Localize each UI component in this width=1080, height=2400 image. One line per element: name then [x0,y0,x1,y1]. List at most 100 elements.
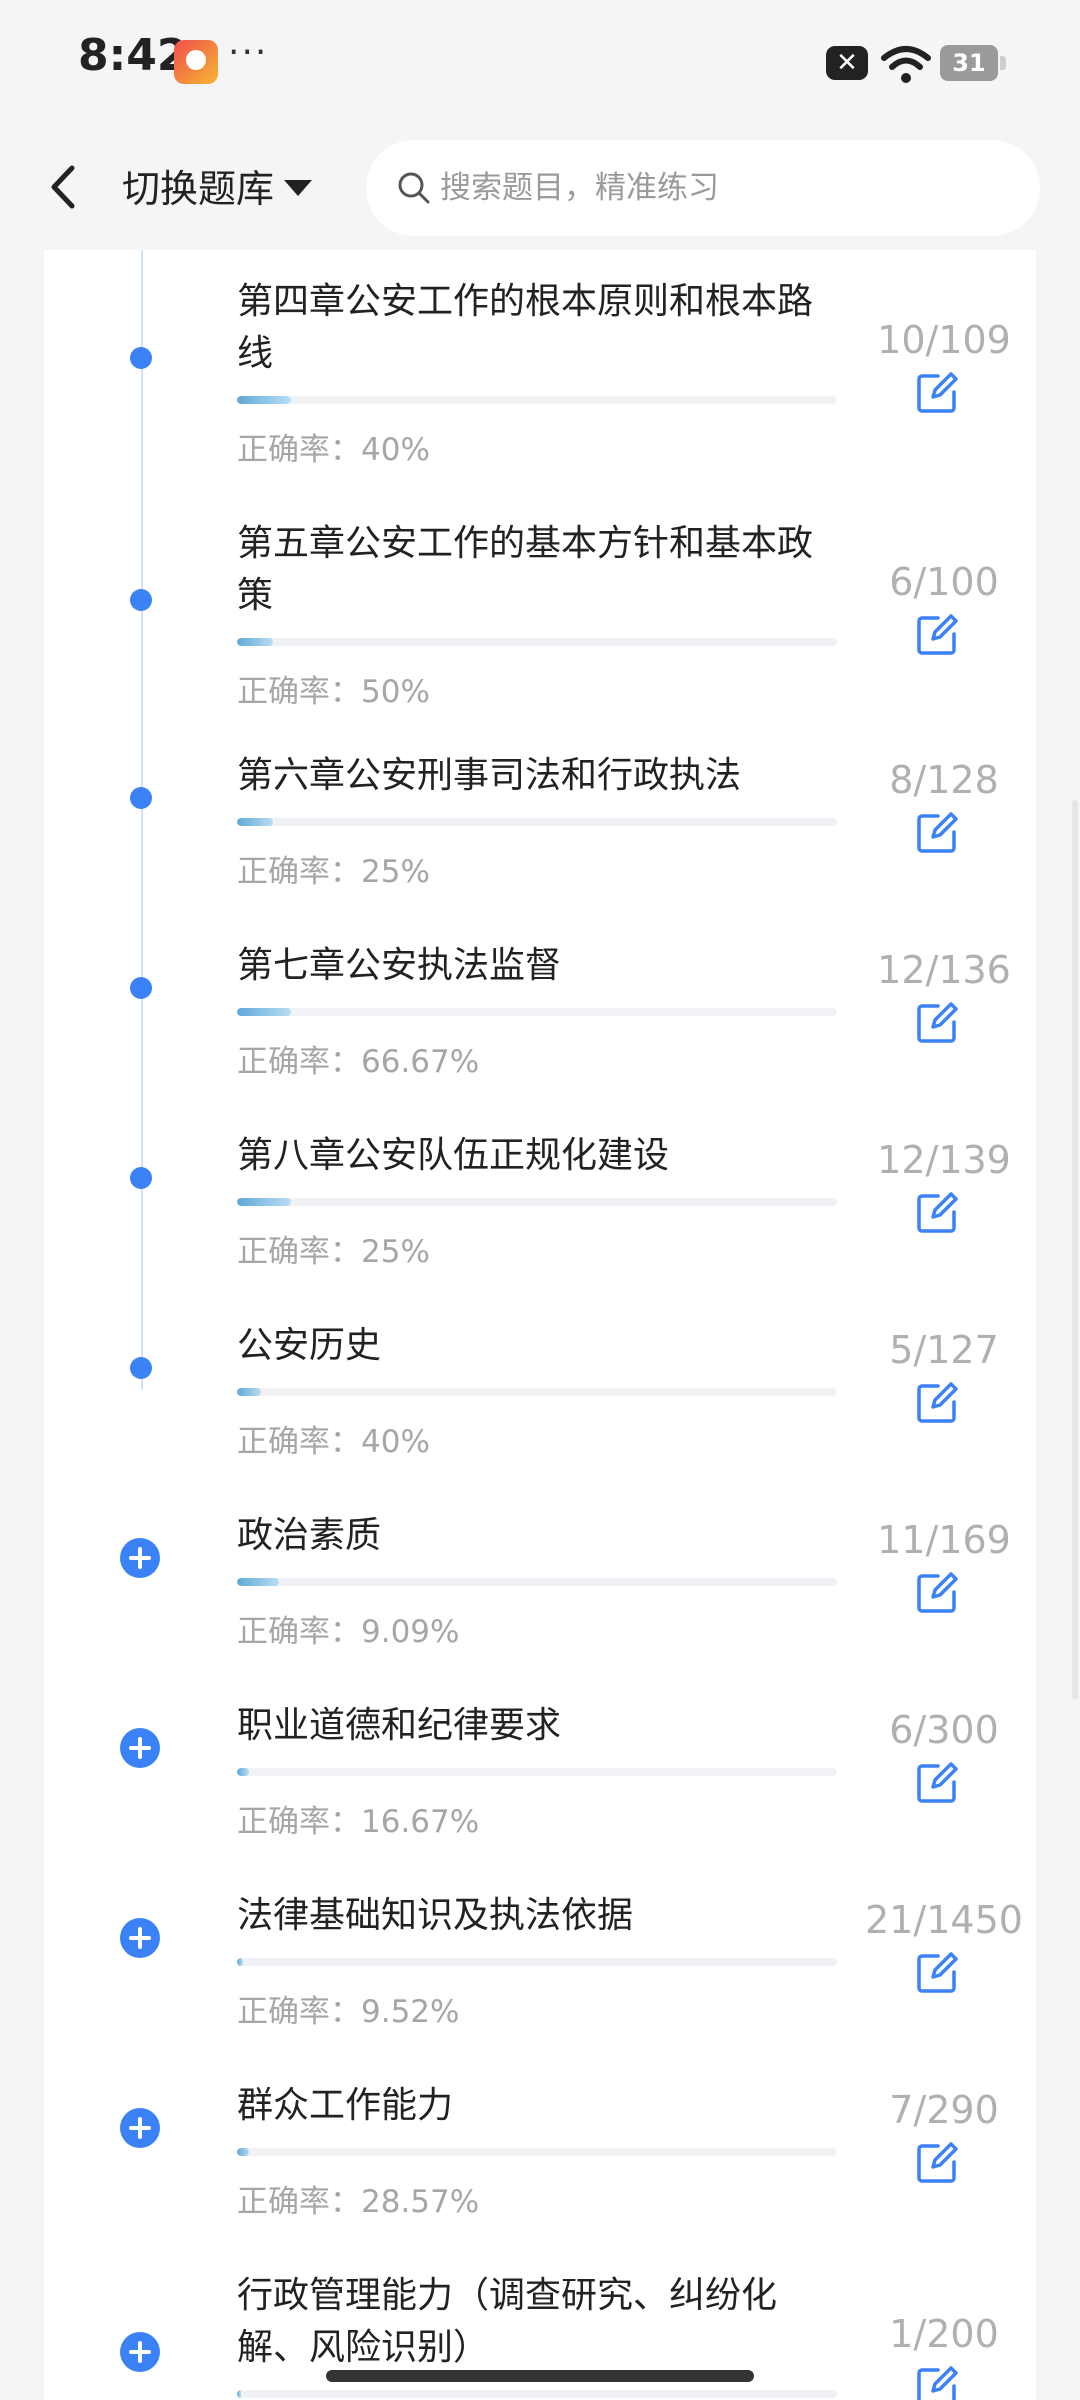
chapter-title: 职业道德和纪律要求 [237,1705,562,1746]
practice-edit-icon[interactable] [914,810,960,856]
timeline-dot-icon [130,787,152,809]
progress-track [237,1768,837,1776]
progress-fill [237,396,291,404]
progress-count: 10/109 [877,318,1011,362]
chapter-row[interactable]: 公安历史正确率：40% 5/127 [44,1320,1036,1510]
chapter-title: 法律基础知识及执法依据 [237,1895,634,1936]
progress-count: 21/1450 [865,1898,1023,1942]
accuracy-text: 正确率：50% [237,674,430,710]
accuracy-text: 正确率：40% [237,1424,430,1460]
chapter-title: 第六章公安刑事司法和行政执法 [237,755,742,796]
chapter-title: 第七章公安执法监督 [237,945,562,986]
chapter-row[interactable]: 职业道德和纪律要求 正确率：16.67% 6/300 [44,1700,1036,1890]
timeline-dot-icon [130,977,152,999]
expand-plus-icon[interactable] [120,2332,160,2372]
progress-track [237,396,837,404]
expand-plus-icon[interactable] [120,2108,160,2148]
progress-count: 7/290 [889,2088,999,2132]
chapter-title: 第四章公安工作的根本原则和根本路线 [237,281,814,374]
search-icon [398,172,430,204]
progress-fill [237,1198,291,1206]
status-time: 8:42 [78,30,188,81]
battery-icon: 31 [940,45,1006,81]
switch-question-bank-button[interactable]: 切换题库 [122,158,313,213]
accuracy-text: 正确率：66.67% [237,1044,480,1080]
timeline-dot-icon [130,347,152,369]
practice-edit-icon[interactable] [914,2140,960,2186]
chapter-title: 行政管理能力（调查研究、纠纷化解、风险识别） [237,2275,778,2368]
timeline-dot-icon [130,589,152,611]
progress-track [237,1008,837,1016]
practice-edit-icon[interactable] [914,2364,960,2400]
practice-edit-icon[interactable] [914,1950,960,1996]
accuracy-text: 正确率：9.52% [237,1994,460,2030]
chapter-row[interactable]: 第五章公安工作的基本方针和基本政策正确率：50% 6/100 [44,518,1036,710]
switch-question-bank-label: 切换题库 [122,167,275,211]
progress-count: 11/169 [877,1518,1011,1562]
progress-count: 5/127 [889,1328,999,1372]
progress-fill [237,2148,249,2156]
accuracy-text: 正确率：9.09% [237,1614,460,1650]
progress-fill [237,1388,261,1396]
header: 切换题库 [0,124,1080,250]
progress-track [237,1388,837,1396]
timeline-dot-icon [130,1167,152,1189]
practice-edit-icon[interactable] [914,1190,960,1236]
progress-count: 12/136 [877,948,1011,992]
progress-track [237,1578,837,1586]
chapter-row[interactable]: 第七章公安执法监督正确率：66.67% 12/136 [44,940,1036,1130]
practice-edit-icon[interactable] [914,1760,960,1806]
home-indicator[interactable] [326,2370,754,2382]
accuracy-text: 正确率：28.57% [237,2184,480,2220]
progress-track [237,638,837,646]
progress-fill [237,1578,279,1586]
accuracy-text: 正确率：25% [237,1234,430,1270]
back-icon[interactable] [44,162,84,212]
chapter-list: 第四章公安工作的根本原则和根本路线正确率：40% 10/109 第五章公安工作的基本… [44,250,1036,2400]
chapter-title: 公安历史 [237,1325,382,1366]
practice-edit-icon[interactable] [914,370,960,416]
status-bar: 8:42 ··· ✕ 31 [0,0,1080,124]
accuracy-text: 正确率：25% [237,854,430,890]
chapter-title: 政治素质 [237,1515,382,1556]
search-input[interactable] [438,169,1002,207]
progress-fill [237,1958,243,1966]
progress-fill [237,638,273,646]
chapter-title: 第八章公安队伍正规化建设 [237,1135,670,1176]
chapter-title: 第五章公安工作的基本方针和基本政策 [237,523,814,616]
chapter-row[interactable]: 群众工作能力正确率：28.57% 7/290 [44,2080,1036,2270]
chapter-row[interactable]: 法律基础知识及执法依据正确率：9.52% 21/1450 [44,1890,1036,2080]
chapter-row[interactable]: 政治素质正确率：9.09% 11/169 [44,1510,1036,1700]
chapter-row[interactable]: 第四章公安工作的根本原则和根本路线正确率：40% 10/109 [44,276,1036,468]
progress-track [237,2390,837,2398]
no-sim-icon: ✕ [826,46,868,80]
progress-fill [237,1008,291,1016]
practice-edit-icon[interactable] [914,1570,960,1616]
wifi-icon [881,46,931,83]
chapter-title: 群众工作能力 [237,2085,454,2126]
progress-fill [237,1768,249,1776]
expand-plus-icon[interactable] [120,1538,160,1578]
progress-track [237,1958,837,1966]
progress-count: 6/100 [889,560,999,604]
progress-fill [237,818,273,826]
progress-count: 12/139 [877,1138,1011,1182]
expand-plus-icon[interactable] [120,1918,160,1958]
progress-track [237,2148,837,2156]
caret-down-icon [284,179,313,196]
expand-plus-icon[interactable] [120,1728,160,1768]
practice-edit-icon[interactable] [914,1380,960,1426]
scrollbar[interactable] [1072,800,1078,1700]
accuracy-text: 正确率：16.67% [237,1804,480,1840]
timeline-dot-icon [130,1357,152,1379]
accuracy-text: 正确率：40% [237,432,430,468]
progress-count: 8/128 [889,758,999,802]
search-bar[interactable] [366,140,1040,236]
chapter-row[interactable]: 第六章公安刑事司法和行政执法正确率：25% 8/128 [44,750,1036,940]
progress-track [237,1198,837,1206]
practice-edit-icon[interactable] [914,612,960,658]
practice-edit-icon[interactable] [914,1000,960,1046]
progress-track [237,818,837,826]
progress-fill [237,2390,241,2398]
chapter-row[interactable]: 第八章公安队伍正规化建设正确率：25% 12/139 [44,1130,1036,1320]
